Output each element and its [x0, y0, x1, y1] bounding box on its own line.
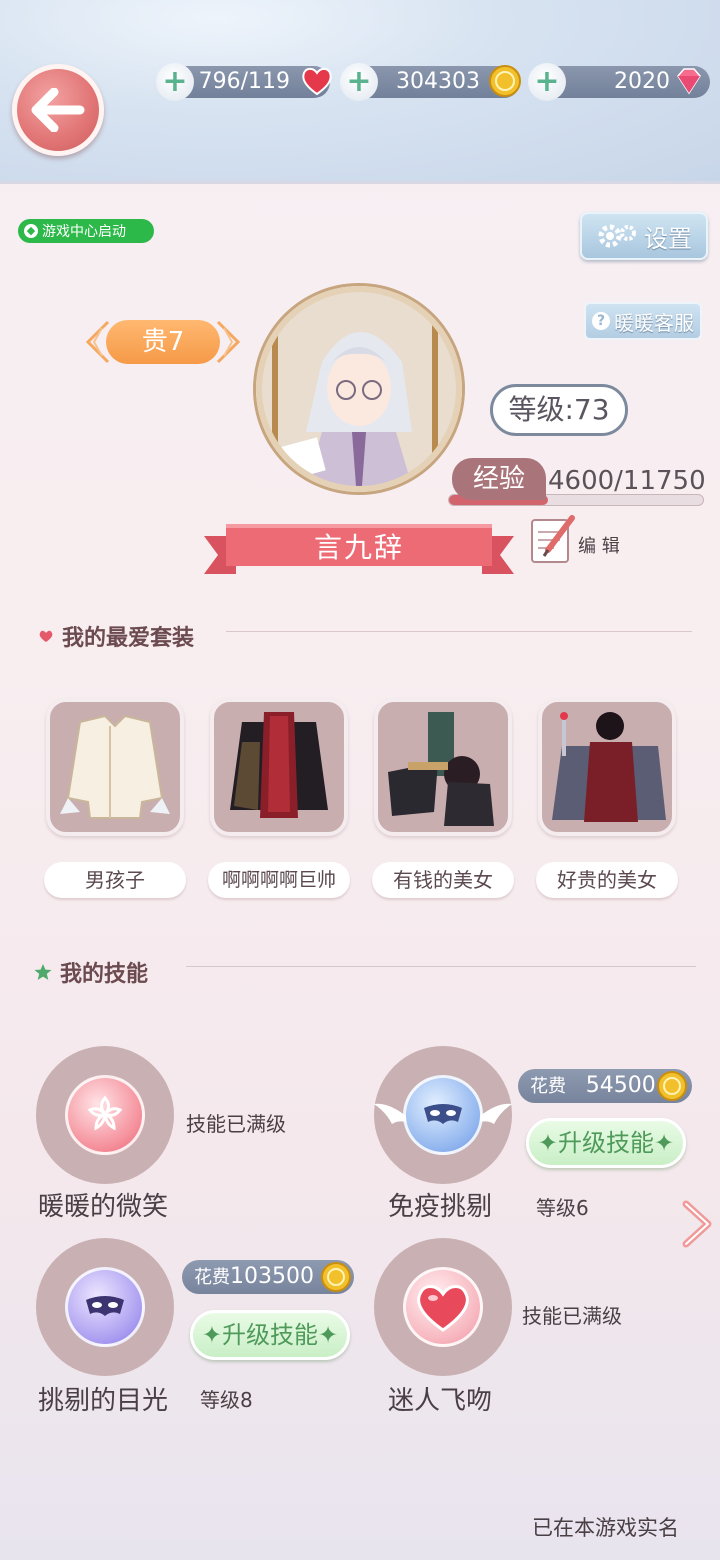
- skill-icon-button[interactable]: [374, 1046, 512, 1184]
- skill-status: 技能已满级: [522, 1304, 622, 1328]
- outfit-image: [552, 712, 666, 822]
- outfit-card[interactable]: [46, 698, 184, 836]
- gold-coin-icon: [489, 65, 521, 97]
- exp-label: 经验: [452, 458, 546, 500]
- add-gold-button[interactable]: +: [340, 63, 378, 101]
- heart-icon: [302, 67, 332, 96]
- skill-name: 迷人飞吻: [388, 1386, 493, 1416]
- player-name-ribbon: 言九辞: [204, 522, 514, 574]
- star-bullet-icon: [34, 964, 52, 980]
- service-label: 暖暖客服: [614, 310, 694, 335]
- outfit-label[interactable]: 有钱的美女: [372, 862, 514, 898]
- player-level: 等级:73: [490, 384, 628, 436]
- sparkle-icon: ✦: [537, 1129, 558, 1157]
- stamina-value: 796/119: [198, 69, 290, 94]
- add-diamond-button[interactable]: +: [528, 63, 566, 101]
- skill-level: 等级6: [536, 1196, 589, 1220]
- gold-value: 304303: [396, 69, 480, 94]
- cost-label: 花费: [194, 1267, 230, 1288]
- outfit-label[interactable]: 好贵的美女: [536, 862, 678, 898]
- vip-label: 贵7: [106, 320, 220, 364]
- outfit-image: [230, 712, 328, 818]
- avatar[interactable]: [256, 286, 462, 492]
- gear-icon: [598, 224, 636, 248]
- cost-label: 花费: [530, 1076, 566, 1097]
- skill-status: 技能已满级: [186, 1112, 286, 1136]
- outfit-image: [388, 712, 494, 826]
- upgrade-skill-button[interactable]: ✦升级技能✦: [526, 1118, 686, 1168]
- skills-title: 我的技能: [34, 956, 148, 988]
- sparkle-icon: ✦: [318, 1321, 339, 1349]
- player-name: 言九辞: [313, 531, 404, 564]
- skill-icon-button[interactable]: [36, 1046, 174, 1184]
- skill-name: 免疫挑剔: [388, 1192, 493, 1222]
- game-center-icon: ◆: [24, 224, 38, 238]
- skill-name: 暖暖的微笑: [38, 1192, 169, 1222]
- heart-icon: [403, 1267, 483, 1347]
- outfit-card[interactable]: [374, 698, 512, 836]
- outfit-card[interactable]: [210, 698, 348, 836]
- upgrade-skill-button[interactable]: ✦升级技能✦: [190, 1310, 350, 1360]
- outfit-image: [60, 714, 170, 819]
- vip-badge[interactable]: 贵7: [84, 314, 242, 370]
- mask-icon: [65, 1267, 145, 1347]
- sparkle-icon: ✦: [201, 1321, 222, 1349]
- skill-icon-button[interactable]: [36, 1238, 174, 1376]
- skills-label: 我的技能: [60, 962, 149, 987]
- outfit-label[interactable]: 啊啊啊啊巨帅: [208, 862, 350, 898]
- section-divider: [186, 966, 696, 967]
- heart-bullet-icon: [39, 630, 53, 642]
- upgrade-label: 升级技能: [222, 1321, 318, 1349]
- question-icon: ?: [592, 312, 610, 330]
- back-button[interactable]: [12, 64, 104, 156]
- skill-icon-button[interactable]: [374, 1238, 512, 1376]
- upgrade-label: 升级技能: [558, 1129, 654, 1157]
- section-divider: [226, 631, 692, 632]
- outfit-card[interactable]: [538, 698, 676, 836]
- favorite-outfits-label: 我的最爱套装: [62, 626, 195, 651]
- favorite-outfits-title: 我的最爱套装: [38, 620, 194, 652]
- gold-coin-icon: [657, 1071, 687, 1101]
- realname-notice: 已在本游戏实名: [532, 1516, 679, 1540]
- sparkle-icon: ✦: [654, 1129, 675, 1157]
- edit-label[interactable]: 编 辑: [578, 532, 620, 558]
- settings-button[interactable]: 设置: [580, 212, 708, 260]
- outfit-label[interactable]: 男孩子: [44, 862, 186, 898]
- skill-name: 挑剔的目光: [38, 1386, 169, 1416]
- edit-icon[interactable]: [528, 512, 576, 566]
- wings-icon: [374, 1103, 512, 1124]
- chevron-right-icon[interactable]: [680, 1200, 714, 1248]
- sakura-icon: [65, 1075, 145, 1155]
- exp-value: 4600/11750: [548, 466, 706, 496]
- game-center-label: 游戏中心启动: [42, 224, 126, 240]
- arrow-left-icon: [31, 88, 85, 132]
- customer-service-button[interactable]: ? 暖暖客服: [584, 302, 702, 340]
- settings-label: 设置: [644, 224, 692, 253]
- skill-level: 等级8: [200, 1388, 253, 1412]
- add-stamina-button[interactable]: +: [156, 63, 194, 101]
- cost-value: 54500: [585, 1073, 656, 1098]
- game-center-badge[interactable]: ◆ 游戏中心启动: [18, 219, 154, 243]
- cost-value: 103500: [230, 1264, 314, 1289]
- character-portrait: [262, 292, 456, 486]
- diamond-value: 2020: [614, 69, 670, 94]
- gold-coin-icon: [321, 1262, 351, 1292]
- diamond-icon: [677, 68, 701, 95]
